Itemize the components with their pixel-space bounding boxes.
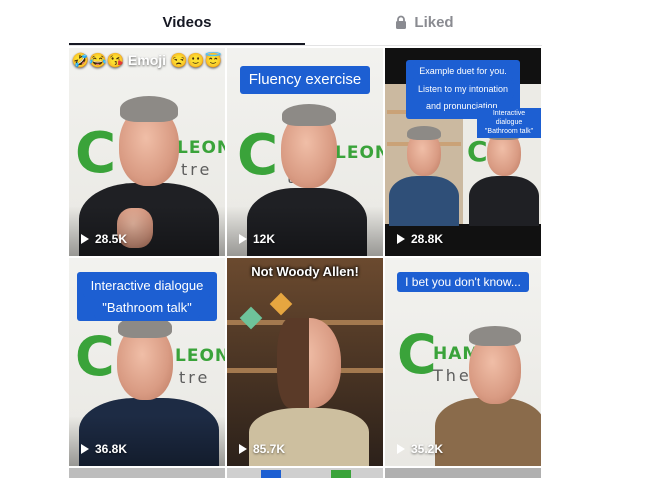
view-count-value-5: 85.7K bbox=[253, 442, 286, 456]
logo-text: LEON bbox=[175, 346, 225, 366]
lock-icon bbox=[396, 15, 407, 29]
caption-secondary-3b: "Bathroom talk" bbox=[484, 127, 534, 135]
video-caption-6: I bet you don't know... bbox=[385, 272, 541, 293]
video-tile-7[interactable] bbox=[69, 468, 225, 478]
view-count-3: 28.8K bbox=[397, 232, 443, 246]
view-count-4: 36.8K bbox=[81, 442, 127, 456]
video-grid: C LEON tre 🤣😂😘 Emoji 😒🙂😇 28.5K C LEON tr… bbox=[69, 48, 542, 478]
caption-text-6: I bet you don't know... bbox=[397, 272, 529, 293]
logo-text: LEON bbox=[177, 138, 225, 158]
caption-secondary-3a: Interactive dialogue bbox=[492, 110, 526, 126]
video-thumbnail-5 bbox=[227, 258, 383, 466]
video-tile-2[interactable]: C LEON tre Fluency exercise 12K bbox=[227, 48, 383, 256]
tab-videos[interactable]: Videos bbox=[69, 0, 305, 44]
view-count-value-4: 36.8K bbox=[95, 442, 128, 456]
play-icon bbox=[397, 234, 405, 244]
logo-green-c: C bbox=[397, 323, 437, 386]
view-count-2: 12K bbox=[239, 232, 275, 246]
video-tile-8[interactable] bbox=[227, 468, 383, 478]
view-count-5: 85.7K bbox=[239, 442, 285, 456]
view-count-value-3: 28.8K bbox=[411, 232, 444, 246]
video-tile-4[interactable]: C LEON tre Interactive dialogue "Bathroo… bbox=[69, 258, 225, 466]
tab-liked[interactable]: Liked bbox=[306, 0, 542, 44]
play-icon bbox=[239, 444, 247, 454]
logo-green-c: C bbox=[237, 123, 279, 188]
video-caption-3-secondary: Interactive dialogue "Bathroom talk" bbox=[477, 108, 541, 139]
play-icon bbox=[239, 234, 247, 244]
caption-line-3b: Listen to my intonation bbox=[411, 80, 515, 99]
view-count-value-1: 28.5K bbox=[95, 232, 128, 246]
logo-subtext: tre bbox=[181, 160, 213, 179]
caption-line-4a: Interactive dialogue bbox=[82, 275, 212, 297]
caption-line-3a: Example duet for you. bbox=[413, 63, 513, 81]
logo-text: LEON bbox=[335, 143, 383, 163]
view-count-6: 35.2K bbox=[397, 442, 443, 456]
video-caption-5: Not Woody Allen! bbox=[251, 264, 359, 279]
play-icon bbox=[397, 444, 405, 454]
video-caption-4: Interactive dialogue "Bathroom talk" bbox=[69, 272, 225, 322]
profile-tabs: Videos Liked bbox=[69, 0, 542, 46]
tab-liked-label: Liked bbox=[414, 13, 454, 31]
tabs-divider bbox=[69, 45, 542, 46]
video-tile-3[interactable]: C Example duet for you. Listen to my int… bbox=[385, 48, 541, 256]
video-caption-2: Fluency exercise bbox=[227, 66, 383, 94]
view-count-1: 28.5K bbox=[81, 232, 127, 246]
view-count-value-6: 35.2K bbox=[411, 442, 444, 456]
video-tile-9[interactable] bbox=[385, 468, 541, 478]
caption-text-2: Fluency exercise bbox=[239, 66, 371, 94]
logo-green-c: C bbox=[75, 121, 117, 186]
logo-green-c: C bbox=[75, 325, 115, 388]
logo-subtext: The bbox=[433, 366, 472, 385]
video-tile-5[interactable]: Not Woody Allen! 85.7K bbox=[227, 258, 383, 466]
play-icon bbox=[81, 234, 89, 244]
logo-subtext: tre bbox=[179, 368, 211, 387]
play-icon bbox=[81, 444, 89, 454]
video-caption-1: 🤣😂😘 Emoji 😒🙂😇 bbox=[71, 52, 223, 68]
tab-videos-label: Videos bbox=[162, 13, 212, 31]
caption-line-4b: "Bathroom talk" bbox=[94, 296, 200, 319]
video-tile-1[interactable]: C LEON tre 🤣😂😘 Emoji 😒🙂😇 28.5K bbox=[69, 48, 225, 256]
video-tile-6[interactable]: C HAM The I bet you don't know... 35.2K bbox=[385, 258, 541, 466]
view-count-value-2: 12K bbox=[253, 232, 276, 246]
logo-green-c: C bbox=[467, 135, 488, 168]
